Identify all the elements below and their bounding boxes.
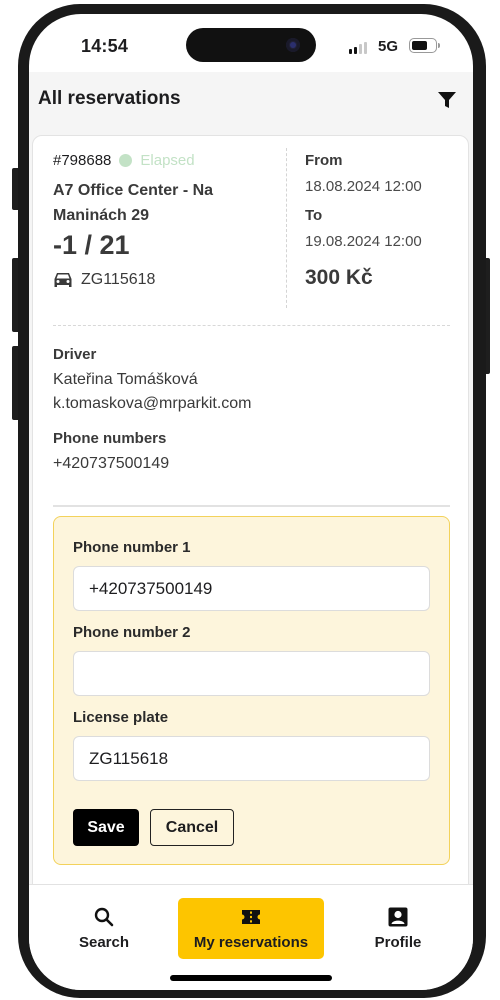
- network-type: 5G: [378, 38, 399, 55]
- license-plate-label: License plate: [73, 709, 169, 726]
- status-bar: 14:54 5G: [29, 14, 473, 72]
- status-badge: Elapsed: [140, 152, 195, 169]
- camera-icon: [286, 38, 300, 52]
- profile-icon: [388, 907, 408, 927]
- nav-item-search[interactable]: Search: [69, 898, 139, 959]
- car-icon: [54, 273, 72, 287]
- reservation-card: #798688 Elapsed A7 Office Center - Na Ma…: [32, 135, 469, 895]
- nav-item-profile[interactable]: Profile: [363, 898, 433, 959]
- parking-location: A7 Office Center - Na Maninách 29: [53, 182, 214, 224]
- nav-label-profile: Profile: [374, 934, 422, 951]
- form-divider: [53, 505, 450, 507]
- license-plate: ZG115618: [81, 271, 156, 288]
- driver-label: Driver: [53, 346, 97, 363]
- home-indicator[interactable]: [170, 975, 332, 981]
- driver-info: Driver Kateřina Tomášková k.tomaskova@mr…: [53, 346, 450, 473]
- driver-phone: +420737500149: [53, 455, 170, 472]
- phone-numbers-label: Phone numbers: [53, 430, 167, 447]
- bottom-navigation: Search My reservations Profile: [29, 884, 473, 990]
- phone-number-1-label: Phone number 1: [73, 539, 191, 556]
- from-label: From: [305, 152, 343, 169]
- driver-name: Kateřina Tomášková: [53, 371, 198, 388]
- signal-icon: [349, 42, 367, 54]
- status-dot-icon: [119, 154, 133, 167]
- nav-item-my-reservations[interactable]: My reservations: [178, 898, 324, 959]
- reservation-info: #798688 Elapsed A7 Office Center - Na Ma…: [53, 152, 278, 289]
- reservation-summary: #798688 Elapsed A7 Office Center - Na Ma…: [33, 136, 468, 316]
- section-divider: [53, 325, 450, 326]
- cancel-button[interactable]: Cancel: [150, 809, 234, 846]
- to-value: 19.08.2024 12:00: [305, 233, 422, 250]
- phone-number-2-input[interactable]: [73, 651, 430, 696]
- phone-number-2-label: Phone number 2: [73, 624, 191, 641]
- price: 300 Kč: [305, 266, 373, 289]
- column-divider: [286, 148, 287, 308]
- phone-number-1-input[interactable]: [73, 566, 430, 611]
- reservation-time: From 18.08.2024 12:00 To 19.08.2024 12:0…: [305, 152, 465, 290]
- edit-reservation-form: Phone number 1 Phone number 2 License pl…: [53, 516, 450, 865]
- driver-email: k.tomaskova@mrparkit.com: [53, 395, 252, 412]
- to-label: To: [305, 207, 323, 224]
- filter-icon[interactable]: [437, 90, 457, 110]
- search-icon: [94, 907, 114, 927]
- phone-screen: 14:54 5G All reservations #798688 Elapse…: [29, 14, 473, 990]
- status-time: 14:54: [81, 36, 129, 56]
- ticket-icon: [242, 910, 260, 924]
- app-header: All reservations: [29, 72, 473, 128]
- reservation-id-row: #798688 Elapsed: [53, 152, 278, 169]
- reservation-id: #798688: [53, 152, 112, 169]
- save-button[interactable]: Save: [73, 809, 139, 846]
- from-value: 18.08.2024 12:00: [305, 178, 422, 195]
- dynamic-island: [186, 28, 316, 62]
- reservations-list[interactable]: #798688 Elapsed A7 Office Center - Na Ma…: [29, 128, 473, 895]
- battery-icon: [409, 38, 440, 53]
- license-plate-input[interactable]: [73, 736, 430, 781]
- vehicle-row: ZG115618: [53, 271, 278, 289]
- nav-label-my-reservations: My reservations: [193, 934, 309, 951]
- nav-label-search: Search: [78, 934, 130, 951]
- parking-spot: -1 / 21: [53, 230, 130, 260]
- page-title: All reservations: [38, 88, 181, 109]
